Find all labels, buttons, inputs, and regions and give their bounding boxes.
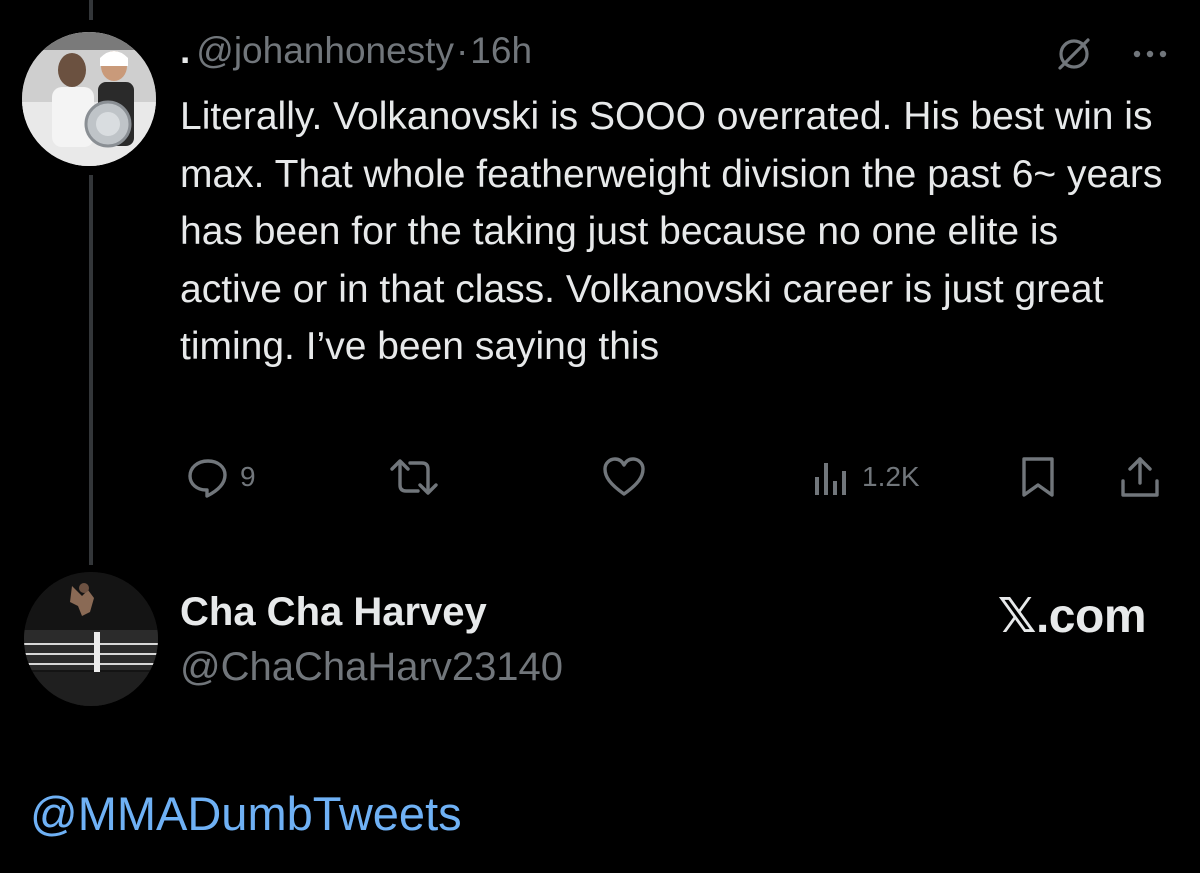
tweet-text: Literally. Volkanovski is SOOO overrated… — [180, 95, 1163, 368]
footer-display-name[interactable]: Cha Cha Harvey — [180, 590, 487, 635]
heart-icon — [602, 455, 646, 499]
bookmark-icon — [1018, 455, 1058, 499]
user-handle[interactable]: @johanhonesty — [196, 30, 454, 71]
share-button[interactable] — [1118, 455, 1162, 499]
separator: · — [455, 30, 469, 71]
more-icon[interactable] — [1130, 34, 1170, 79]
x-logo: 𝕏.com — [997, 590, 1147, 643]
share-icon — [1118, 455, 1162, 499]
reply-button[interactable]: 9 — [186, 455, 256, 499]
boxing-ring-photo-icon — [24, 572, 158, 706]
grok-icon[interactable] — [1054, 34, 1094, 79]
timestamp[interactable]: 16h — [470, 30, 532, 71]
reply-icon — [186, 455, 230, 499]
avatar-photo-icon — [22, 32, 156, 166]
thread-line — [89, 175, 93, 565]
tweet-header: . @johanhonesty·16h — [180, 30, 532, 72]
views-icon — [812, 455, 852, 499]
footer-avatar[interactable] — [24, 572, 158, 706]
footer-user-handle[interactable]: @ChaChaHarv23140 — [180, 645, 563, 690]
tweet-top-actions — [1054, 34, 1170, 79]
bookmark-button[interactable] — [1018, 455, 1058, 499]
views-count: 1.2K — [862, 461, 920, 492]
avatar[interactable] — [22, 32, 156, 166]
like-button[interactable] — [602, 455, 646, 499]
views-button[interactable]: 1.2K — [812, 455, 920, 499]
reply-count: 9 — [240, 461, 256, 492]
thread-line-top — [89, 0, 93, 20]
action-bar: 9 1.2K — [0, 455, 1200, 499]
retweet-button[interactable] — [388, 455, 440, 499]
display-name[interactable]: . — [180, 30, 190, 71]
credit-handle[interactable]: @MMADumbTweets — [30, 786, 462, 841]
retweet-icon — [388, 455, 440, 499]
